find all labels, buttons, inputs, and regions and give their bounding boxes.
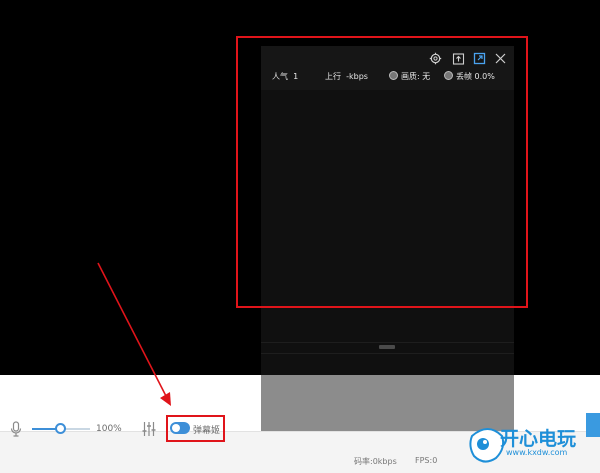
watermark-text: 开心电玩 — [500, 428, 577, 450]
highlight-box — [236, 36, 528, 308]
microphone-icon[interactable] — [10, 421, 22, 437]
watermark-url: www.kxdw.com — [506, 448, 568, 457]
danmaku-toggle-knob — [172, 424, 180, 432]
equalizer-icon[interactable] — [142, 421, 156, 437]
volume-slider-handle[interactable] — [55, 423, 66, 434]
danmaku-label[interactable]: 弹幕姬 — [193, 423, 220, 436]
panel-divider — [261, 342, 514, 343]
resize-grip[interactable] — [379, 345, 395, 349]
panel-divider — [261, 353, 514, 354]
fps-status: FPS:0 — [415, 456, 438, 465]
bitrate-status: 码率:0kbps — [354, 457, 397, 466]
volume-percent: 100% — [96, 424, 122, 434]
